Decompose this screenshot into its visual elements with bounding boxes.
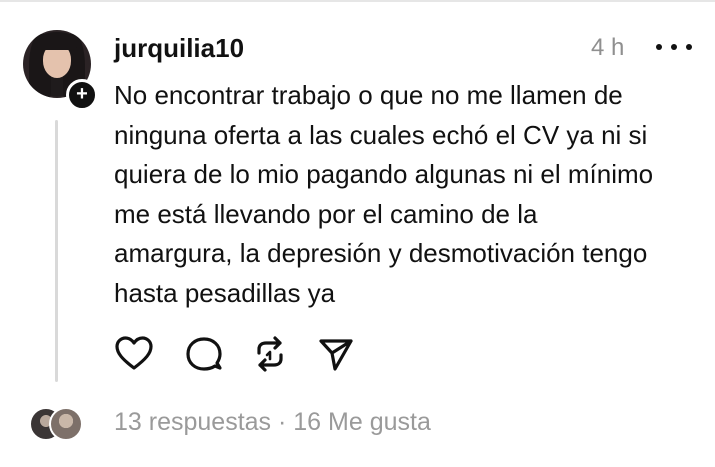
top-divider: [0, 0, 715, 2]
follow-plus-icon[interactable]: +: [66, 79, 98, 111]
avatar: [49, 407, 83, 441]
likes-count[interactable]: 16 Me gusta: [293, 408, 431, 436]
post-stats: 13 respuestas · 16 Me gusta: [114, 408, 431, 437]
post-body: No encontrar trabajo o que no me llamen …: [114, 76, 704, 313]
post-body-line: amargura, la depresión y desmotivación t…: [114, 238, 648, 268]
comment-icon[interactable]: [184, 334, 224, 374]
post-body-line: me está llevando por el camino de la: [114, 198, 538, 229]
thread-line: [55, 120, 58, 382]
post-body-line: No encontrar trabajo o que no me llamen …: [114, 80, 623, 110]
heart-icon[interactable]: [114, 334, 154, 374]
repost-icon[interactable]: [250, 334, 290, 374]
post-body-line: quiera de lo mio pagando algunas ni el m…: [114, 159, 654, 189]
post-body-line: ninguna oferta a las cuales echó el CV y…: [114, 119, 648, 150]
username[interactable]: jurquilia10: [114, 33, 244, 64]
separator: ·: [271, 408, 294, 436]
post-body-line: hasta pesadillas ya: [114, 277, 336, 308]
more-options-icon[interactable]: [656, 34, 692, 60]
thread-post: + jurquilia10 4 h No encontrar trabajo o…: [0, 0, 715, 467]
share-icon[interactable]: [316, 334, 356, 374]
timestamp: 4 h: [591, 34, 625, 61]
replier-avatars[interactable]: [29, 407, 85, 441]
replies-count[interactable]: 13 respuestas: [114, 408, 271, 436]
